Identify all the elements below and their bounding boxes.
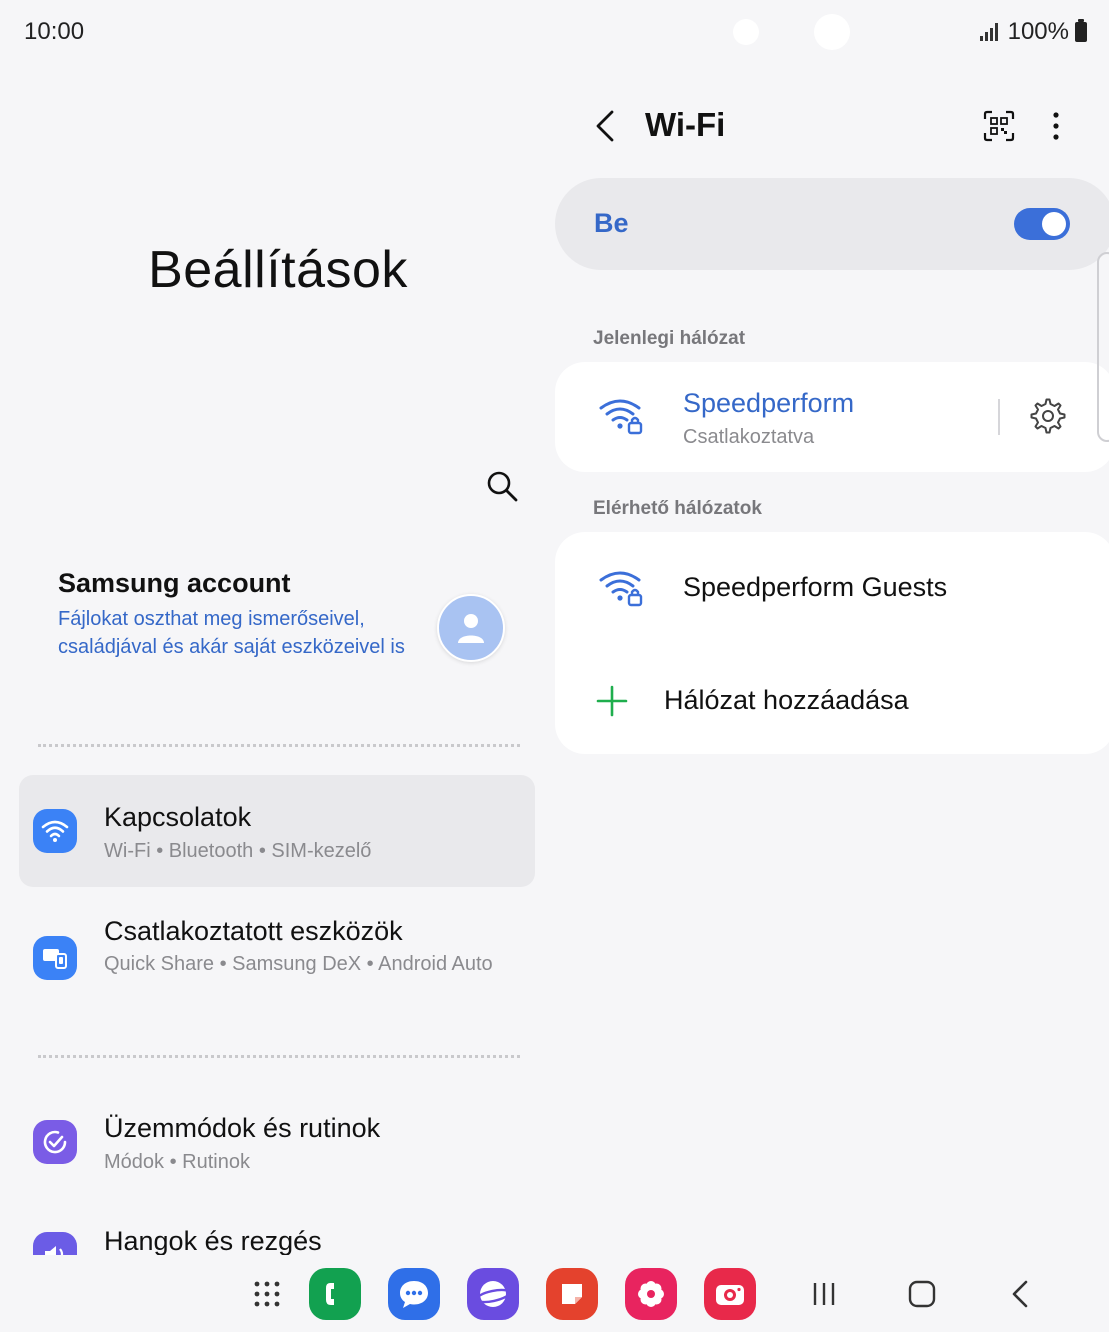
app-drawer-icon[interactable] bbox=[253, 1280, 281, 1308]
menu-title: Hangok és rezgés bbox=[104, 1226, 322, 1255]
network-item-speedperform-guests[interactable]: Speedperform Guests bbox=[555, 532, 1109, 642]
camera-app-icon[interactable] bbox=[704, 1268, 756, 1320]
vertical-divider bbox=[998, 399, 1000, 435]
devices-icon bbox=[33, 936, 77, 980]
wifi-page-title: Wi-Fi bbox=[645, 106, 726, 143]
search-icon[interactable] bbox=[486, 470, 518, 502]
battery-icon bbox=[1075, 19, 1087, 42]
menu-subtitle: Quick Share • Samsung DeX • Android Auto bbox=[104, 953, 493, 975]
pane-divider-handle[interactable] bbox=[1097, 252, 1109, 442]
plus-icon bbox=[596, 685, 628, 717]
person-icon bbox=[458, 614, 484, 643]
menu-subtitle: Wi-Fi • Bluetooth • SIM-kezelő bbox=[104, 840, 372, 862]
current-network-name: Speedperform bbox=[683, 388, 855, 418]
camera-cutout bbox=[733, 19, 759, 45]
current-network-status: Csatlakoztatva bbox=[683, 426, 815, 448]
menu-title: Csatlakoztatott eszközök bbox=[104, 916, 403, 946]
gear-icon[interactable] bbox=[1030, 398, 1066, 434]
wifi-lock-icon bbox=[599, 399, 643, 435]
current-network-card[interactable]: Speedperform Csatlakoztatva bbox=[555, 362, 1109, 472]
account-subtitle: Fájlokat oszthat meg ismerőseivel, csalá… bbox=[58, 608, 405, 658]
menu-title: Kapcsolatok bbox=[104, 802, 252, 832]
back-arrow-icon[interactable] bbox=[592, 108, 618, 144]
signal-icon bbox=[979, 23, 998, 41]
sound-icon bbox=[33, 1232, 77, 1255]
gallery-app-icon[interactable] bbox=[625, 1268, 677, 1320]
more-options-icon[interactable] bbox=[1050, 110, 1062, 142]
menu-title: Üzemmódok és rutinok bbox=[104, 1113, 381, 1143]
internet-app-icon[interactable] bbox=[467, 1268, 519, 1320]
screen: 10:00 100% Beállítások Samsung account F… bbox=[0, 0, 1109, 1332]
menu-item-connected-devices[interactable]: Csatlakoztatott eszközök Quick Share • S… bbox=[19, 890, 535, 1020]
page-title: Beállítások bbox=[148, 241, 408, 299]
menu-item-sounds[interactable]: Hangok és rezgés bbox=[19, 1210, 535, 1255]
available-networks-header: Elérhető hálózatok bbox=[593, 498, 762, 519]
add-network-label: Hálózat hozzáadása bbox=[664, 685, 909, 715]
network-name: Speedperform Guests bbox=[683, 572, 948, 602]
nav-back-icon[interactable] bbox=[1004, 1277, 1038, 1311]
wifi-toggle-label: Be bbox=[594, 208, 629, 238]
messages-app-icon[interactable] bbox=[388, 1268, 440, 1320]
phone-app-icon[interactable] bbox=[309, 1268, 361, 1320]
home-icon[interactable] bbox=[905, 1277, 939, 1311]
add-network-button[interactable]: Hálózat hozzáadása bbox=[555, 652, 1109, 752]
battery-percent: 100% bbox=[1007, 18, 1069, 45]
avatar[interactable] bbox=[437, 594, 505, 662]
qr-code-scanner-icon[interactable] bbox=[983, 110, 1015, 142]
status-time: 10:00 bbox=[24, 18, 85, 45]
menu-item-modes-routines[interactable]: Üzemmódok és rutinok Módok • Rutinok bbox=[19, 1090, 535, 1200]
account-title: Samsung account bbox=[58, 568, 291, 598]
notes-app-icon[interactable] bbox=[546, 1268, 598, 1320]
available-networks-card: Speedperform Guests Hálózat hozzáadása bbox=[555, 532, 1109, 754]
menu-item-connections[interactable]: Kapcsolatok Wi-Fi • Bluetooth • SIM-keze… bbox=[19, 775, 535, 887]
taskbar bbox=[0, 1255, 1109, 1332]
wifi-icon bbox=[33, 809, 77, 853]
wifi-toggle-row[interactable]: Be bbox=[555, 178, 1109, 270]
recent-apps-icon[interactable] bbox=[807, 1277, 841, 1311]
divider bbox=[38, 744, 520, 747]
routine-check-icon bbox=[33, 1120, 77, 1164]
samsung-account-row[interactable]: Samsung account Fájlokat oszthat meg ism… bbox=[58, 568, 418, 661]
status-indicators: 100% bbox=[979, 18, 1087, 46]
current-network-header: Jelenlegi hálózat bbox=[593, 328, 746, 349]
camera-cutout-main bbox=[814, 14, 850, 50]
wifi-switch[interactable] bbox=[1014, 208, 1070, 240]
wifi-lock-icon bbox=[599, 571, 643, 607]
menu-subtitle: Módok • Rutinok bbox=[104, 1151, 250, 1173]
divider bbox=[38, 1055, 520, 1058]
